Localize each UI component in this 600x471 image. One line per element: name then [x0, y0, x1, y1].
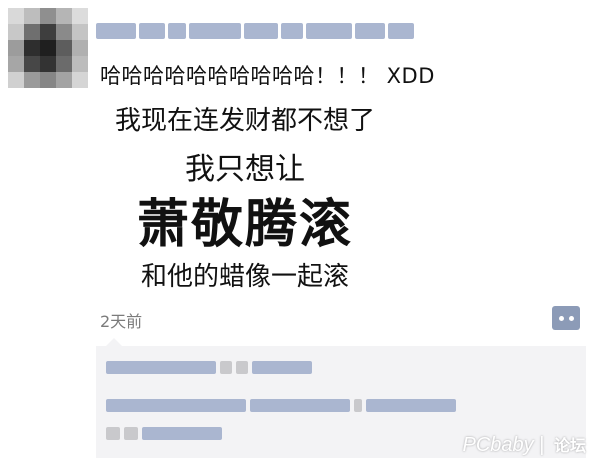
watermark: PCbaby | 论坛	[463, 432, 586, 457]
post-text: 哈哈哈哈哈哈哈哈哈哈！！！ XDD	[100, 64, 435, 88]
comment-menu-button[interactable]	[552, 306, 580, 330]
dot-icon	[558, 315, 564, 321]
post-timestamp: 2天前	[100, 312, 143, 331]
watermark-divider: |	[533, 434, 550, 456]
like-row-blurred[interactable]	[106, 358, 312, 376]
comment-row-blurred[interactable]	[106, 424, 222, 442]
avatar[interactable]	[8, 8, 88, 88]
image-line: 和他的蜡像一起滚	[140, 262, 349, 292]
post-image[interactable]: 我现在连发财都不想了 我只想让 萧敬腾滚 和他的蜡像一起滚	[100, 96, 390, 296]
dot-icon	[568, 315, 574, 321]
watermark-forum: 论坛	[553, 438, 586, 455]
image-line: 我现在连发财都不想了	[114, 106, 375, 136]
image-line: 萧敬腾滚	[136, 195, 353, 255]
watermark-logo: PCbaby	[462, 434, 534, 456]
nickname-blurred[interactable]	[96, 18, 416, 44]
comment-row-blurred[interactable]	[106, 396, 456, 414]
